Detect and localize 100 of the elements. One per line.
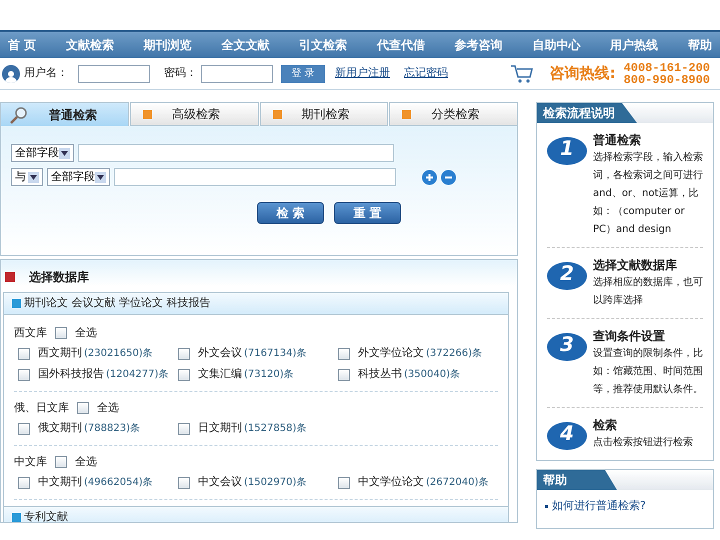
nav-link[interactable]: 期刊浏览 bbox=[142, 36, 194, 54]
record-count: (372266)条 bbox=[426, 347, 482, 361]
select-all-label: 全选 bbox=[75, 324, 97, 341]
record-count: (23021650)条 bbox=[84, 347, 153, 361]
step-description: 选择相应的数据库，也可以跨库选择 bbox=[593, 276, 703, 308]
nav-link[interactable]: 代查代借 bbox=[374, 36, 427, 54]
step-title: 普通检索 bbox=[593, 132, 642, 149]
database-name: 中文会议 bbox=[198, 474, 242, 490]
database-name: 俄文期刊 bbox=[38, 420, 82, 436]
checkbox[interactable] bbox=[55, 456, 67, 468]
checkbox[interactable] bbox=[18, 422, 30, 434]
checkbox[interactable] bbox=[178, 368, 190, 380]
checkbox[interactable] bbox=[338, 348, 350, 360]
select-all-label: 全选 bbox=[97, 400, 119, 416]
step-description: 点击检索按钮进行检索 bbox=[593, 436, 693, 450]
search-tab[interactable]: 分类检索 bbox=[389, 102, 518, 126]
checkbox[interactable] bbox=[338, 368, 350, 380]
record-count: (1527858)条 bbox=[244, 422, 306, 436]
checkbox[interactable] bbox=[338, 476, 350, 488]
step-number-icon: 4 bbox=[547, 422, 587, 450]
section-title: 选择数据库 bbox=[29, 269, 89, 286]
nav-link[interactable]: 全文文献 bbox=[219, 36, 272, 54]
database-name: 外文会议 bbox=[198, 345, 242, 362]
checkbox[interactable] bbox=[18, 476, 30, 488]
record-count: (350040)条 bbox=[404, 368, 460, 382]
record-count: (73120)条 bbox=[244, 368, 294, 382]
library-name: 西文库 bbox=[14, 324, 47, 341]
database-name: 外文学位论文 bbox=[358, 345, 424, 362]
dropdown-arrow-icon bbox=[95, 172, 106, 182]
password-field[interactable] bbox=[201, 64, 273, 82]
nav-link[interactable]: 用户热线 bbox=[608, 36, 660, 54]
search-tab[interactable]: 普通检索 bbox=[0, 102, 129, 126]
nav-link[interactable]: 首 页 bbox=[6, 36, 38, 54]
dropdown-arrow-icon bbox=[59, 148, 70, 158]
nav-link[interactable]: 文献检索 bbox=[64, 36, 116, 54]
checkbox[interactable] bbox=[178, 422, 190, 434]
dropdown-arrow-icon bbox=[28, 172, 39, 182]
step-number-icon: 1 bbox=[547, 137, 587, 165]
checkbox[interactable] bbox=[18, 348, 30, 360]
panel-title: 帮助 bbox=[537, 470, 617, 490]
expand-icon bbox=[12, 513, 21, 522]
login-button[interactable]: 登 录 bbox=[281, 64, 325, 82]
record-count: (1502970)条 bbox=[244, 476, 306, 490]
password-label: 密码： bbox=[164, 65, 197, 82]
step-title: 查询条件设置 bbox=[593, 328, 666, 345]
group-header[interactable]: 专利文献 bbox=[4, 506, 508, 522]
bullet-icon bbox=[545, 504, 548, 508]
hotline-number: 800-990-8900 bbox=[624, 74, 710, 86]
select-field[interactable]: 与 bbox=[11, 168, 43, 186]
database-name: 文集汇编 bbox=[198, 366, 242, 382]
database-name: 国外科技报告 bbox=[38, 366, 104, 382]
hotline-number: 4008-161-200 bbox=[624, 62, 710, 74]
database-name: 西文期刊 bbox=[38, 345, 82, 362]
record-count: (7167134)条 bbox=[244, 347, 306, 361]
panel-title: 检索流程说明 bbox=[537, 103, 637, 123]
select-field[interactable]: 全部字段 bbox=[47, 168, 110, 186]
record-count: (2672040)条 bbox=[426, 476, 488, 490]
group-header[interactable]: 期刊论文 会议文献 学位论文 科技报告 bbox=[4, 293, 508, 315]
help-link[interactable]: 如何进行普通检索? bbox=[552, 498, 646, 514]
remove-icon[interactable] bbox=[441, 170, 456, 184]
database-name: 中文期刊 bbox=[38, 474, 82, 490]
select-all-label: 全选 bbox=[75, 454, 97, 470]
database-name: 日文期刊 bbox=[198, 420, 242, 436]
step-title: 检索 bbox=[593, 417, 618, 434]
search-tab[interactable]: 期刊检索 bbox=[260, 102, 388, 126]
checkbox[interactable] bbox=[77, 402, 89, 414]
checkbox[interactable] bbox=[55, 327, 67, 339]
step-description: 设置查询的限制条件，比如：馆藏范围、时间范围等，推荐使用默认条件。 bbox=[593, 346, 703, 397]
search-input[interactable] bbox=[78, 144, 394, 162]
step-number-icon: 2 bbox=[547, 262, 587, 290]
step-title: 选择文献数据库 bbox=[593, 257, 678, 274]
checkbox[interactable] bbox=[178, 476, 190, 488]
expand-icon bbox=[12, 299, 21, 308]
record-count: (788823)条 bbox=[84, 422, 140, 436]
nav-link[interactable]: 帮助 bbox=[686, 36, 714, 54]
username-field[interactable] bbox=[78, 64, 150, 82]
nav-link[interactable]: 自助中心 bbox=[530, 36, 582, 54]
nav-link[interactable]: 参考咨询 bbox=[452, 36, 505, 54]
nav-link[interactable]: 引文检索 bbox=[297, 36, 350, 54]
register-link[interactable]: 新用户注册 bbox=[335, 65, 390, 82]
library-name: 俄、日文库 bbox=[14, 400, 69, 416]
magnifier-icon bbox=[9, 104, 29, 124]
record-count: (1204277)条 bbox=[106, 368, 168, 382]
search-tab[interactable]: 高级检索 bbox=[130, 102, 258, 126]
cart-icon[interactable] bbox=[510, 64, 534, 84]
hotline-label: 咨询热线: bbox=[550, 63, 616, 84]
record-count: (49662054)条 bbox=[84, 476, 153, 490]
library-name: 中文库 bbox=[14, 454, 47, 470]
step-number-icon: 3 bbox=[547, 333, 587, 361]
username-label: 用户名： bbox=[24, 65, 68, 82]
search-input[interactable] bbox=[114, 168, 396, 186]
search-button[interactable]: 检 索 bbox=[257, 202, 324, 224]
step-description: 选择检索字段，输入检索词，各检索词之间可进行and、or、not运算，比如：（computer or PC）and design bbox=[593, 150, 703, 237]
forgot-password-link[interactable]: 忘记密码 bbox=[404, 65, 448, 82]
checkbox[interactable] bbox=[18, 368, 30, 380]
checkbox[interactable] bbox=[178, 348, 190, 360]
reset-button[interactable]: 重 置 bbox=[334, 202, 401, 224]
add-icon[interactable] bbox=[422, 170, 437, 184]
database-name: 科技丛书 bbox=[358, 366, 402, 382]
select-field[interactable]: 全部字段 bbox=[11, 144, 74, 162]
